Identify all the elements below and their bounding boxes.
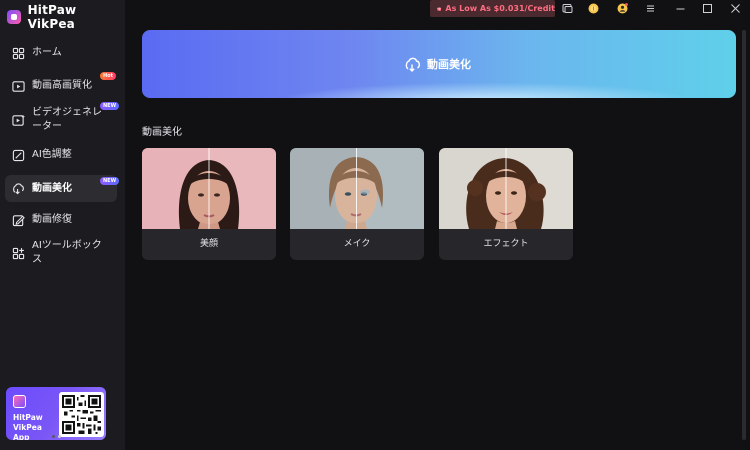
- sidebar-item-toolbox[interactable]: AIツールボックス: [5, 240, 117, 266]
- hero-label: 動画美化: [427, 58, 471, 71]
- card-label: 美顔: [199, 239, 218, 249]
- menu-icon[interactable]: [645, 3, 656, 14]
- card-label: メイク: [343, 239, 371, 249]
- maximize-icon[interactable]: [702, 3, 713, 14]
- title-bar: As Low As $0.031/Credit: [125, 0, 750, 17]
- promo-text: HitPaw VikPea App: [13, 413, 57, 440]
- sidebar: HitPaw VikPea ホーム 動画高画質化 Hot ビデオジェネレーター …: [0, 0, 125, 450]
- promo-line-2: VikPea App: [13, 423, 42, 440]
- sidebar-item-video-generator[interactable]: ビデオジェネレーター NEW: [5, 102, 120, 137]
- new-badge: NEW: [100, 102, 120, 110]
- new-badge: NEW: [100, 177, 120, 185]
- hero-banner[interactable]: 動画美化: [142, 30, 736, 98]
- sidebar-item-ai-color[interactable]: AI色調整: [5, 142, 117, 168]
- card-preview-image: [290, 148, 424, 229]
- carousel-dot-active[interactable]: [58, 435, 61, 438]
- card-label: エフェクト: [483, 239, 529, 249]
- app-logo-icon: [7, 10, 21, 24]
- mobile-app-logo-icon: [13, 395, 26, 408]
- gift-icon: [437, 6, 442, 11]
- hero-content: 動画美化: [404, 55, 471, 73]
- app-title: HitPaw VikPea: [27, 3, 77, 31]
- sidebar-item-label: 動画美化: [32, 182, 72, 194]
- credit-promo-button[interactable]: As Low As $0.031/Credit: [430, 0, 555, 17]
- message-icon[interactable]: [562, 3, 573, 14]
- coin-icon[interactable]: [588, 3, 599, 14]
- qr-code-icon: [59, 392, 104, 437]
- toolbox-icon: [12, 247, 25, 260]
- card-preview-image: [439, 148, 573, 229]
- app-promo-banner[interactable]: HitPaw VikPea App: [6, 387, 106, 440]
- credit-text: As Low As $0.031/Credit: [445, 4, 555, 13]
- sidebar-item-label: AIツールボックス: [32, 240, 102, 265]
- sidebar-item-video-enhance[interactable]: 動画高画質化 Hot: [5, 72, 117, 99]
- brand: HitPaw VikPea: [7, 3, 125, 31]
- sidebar-item-repair[interactable]: 動画修復: [5, 207, 117, 233]
- sidebar-item-beautify[interactable]: 動画美化 NEW: [5, 175, 120, 202]
- section-title: 動画美化: [142, 127, 182, 138]
- beautify-icon: [12, 182, 25, 195]
- hot-badge: Hot: [100, 72, 117, 80]
- repair-icon: [12, 214, 25, 227]
- sidebar-item-label: AI色調整: [32, 149, 72, 160]
- sidebar-item-home[interactable]: ホーム: [5, 40, 117, 66]
- sidebar-item-label: ホーム: [32, 47, 62, 58]
- account-icon[interactable]: [617, 3, 628, 14]
- sidebar-item-label: ビデオジェネレーター: [32, 107, 102, 132]
- feature-card-face-beauty[interactable]: 美顔: [142, 148, 276, 260]
- home-icon: [12, 47, 25, 60]
- close-icon[interactable]: [730, 3, 741, 14]
- sidebar-item-label: 動画高画質化: [32, 80, 92, 91]
- feature-card-effect[interactable]: エフェクト: [439, 148, 573, 260]
- minimize-icon[interactable]: [675, 3, 686, 14]
- promo-line-1: HitPaw: [13, 413, 43, 422]
- feature-card-makeup[interactable]: メイク: [290, 148, 424, 260]
- video-enhance-icon: [12, 80, 25, 93]
- beautify-icon: [404, 55, 422, 73]
- sidebar-nav: ホーム 動画高画質化 Hot ビデオジェネレーター NEW AI色調整 動画美化…: [5, 40, 120, 266]
- card-preview-image: [142, 148, 276, 229]
- sidebar-item-label: 動画修復: [32, 214, 72, 225]
- color-adjust-icon: [12, 149, 25, 162]
- video-generator-icon: [12, 114, 25, 127]
- carousel-dot[interactable]: [52, 435, 55, 438]
- scrollbar[interactable]: [742, 30, 746, 440]
- promo-carousel-dots[interactable]: [52, 435, 61, 438]
